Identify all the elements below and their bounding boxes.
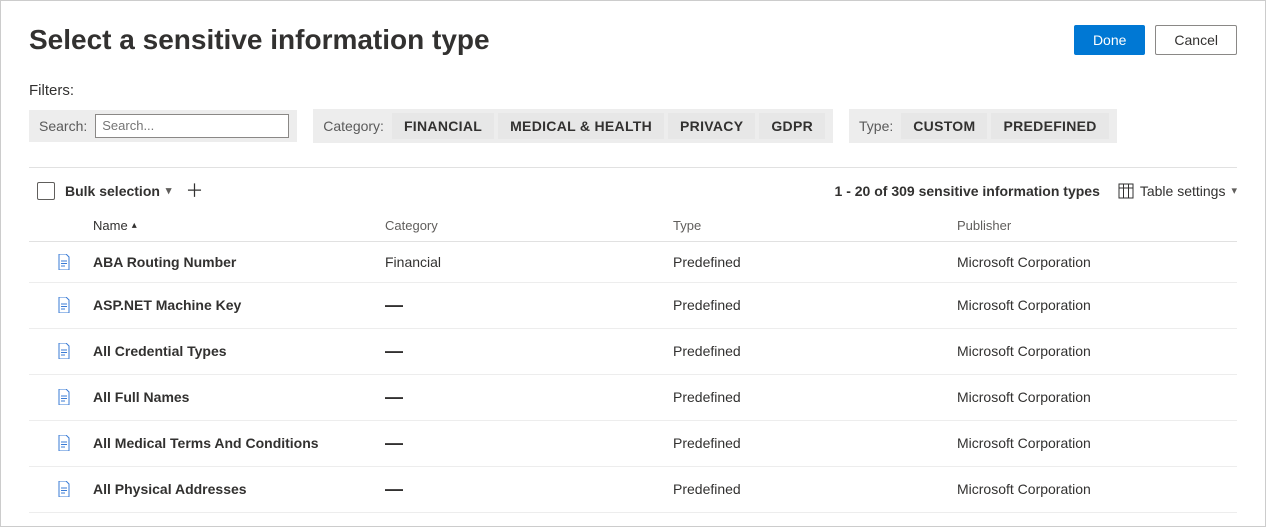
filters-row: Search: Category: FINANCIAL MEDICAL & HE… <box>29 109 1237 143</box>
bulk-selection-dropdown[interactable]: Bulk selection ▾ <box>65 183 171 199</box>
category-pill-medical[interactable]: MEDICAL & HEALTH <box>498 113 664 139</box>
table-settings-label: Table settings <box>1140 183 1226 199</box>
toolbar-left: Bulk selection ▾ ＋ <box>37 182 207 200</box>
cell-category: — <box>385 341 673 362</box>
document-icon <box>57 389 71 405</box>
category-pill-privacy[interactable]: PRIVACY <box>668 113 755 139</box>
cell-type: Predefined <box>673 254 957 270</box>
type-pill-custom[interactable]: CUSTOM <box>901 113 987 139</box>
row-icon <box>29 389 93 405</box>
row-icon <box>29 343 93 359</box>
search-input[interactable] <box>95 114 289 138</box>
table-row[interactable]: All Medical Terms And Conditions — Prede… <box>29 421 1237 467</box>
cell-publisher: Microsoft Corporation <box>957 297 1237 313</box>
toolbar-right: 1 - 20 of 309 sensitive information type… <box>835 183 1237 199</box>
sort-ascending-icon: ▴ <box>132 220 137 231</box>
cell-type: Predefined <box>673 343 957 359</box>
table-row[interactable]: ASP.NET Machine Key — Predefined Microso… <box>29 283 1237 329</box>
cell-name: ASP.NET Machine Key <box>93 297 385 313</box>
type-pills: CUSTOM PREDEFINED <box>901 113 1108 139</box>
table-settings-button[interactable]: Table settings ▾ <box>1118 183 1237 199</box>
bulk-selection-label: Bulk selection <box>65 183 160 199</box>
table-header-row: Name ▴ Category Type Publisher <box>29 210 1237 242</box>
table-row[interactable]: All Credential Types — Predefined Micros… <box>29 329 1237 375</box>
category-pills: FINANCIAL MEDICAL & HEALTH PRIVACY GDPR <box>392 113 825 139</box>
type-pill-predefined[interactable]: PREDEFINED <box>991 113 1108 139</box>
cell-type: Predefined <box>673 297 957 313</box>
cell-publisher: Microsoft Corporation <box>957 254 1237 270</box>
category-pill-financial[interactable]: FINANCIAL <box>392 113 494 139</box>
cell-category: — <box>385 433 673 454</box>
document-icon <box>57 297 71 313</box>
column-header-name[interactable]: Name ▴ <box>93 218 385 233</box>
cell-name: All Medical Terms And Conditions <box>93 435 385 451</box>
plus-icon: ＋ <box>185 181 203 201</box>
cell-publisher: Microsoft Corporation <box>957 343 1237 359</box>
category-pill-gdpr[interactable]: GDPR <box>759 113 825 139</box>
filter-search-group: Search: <box>29 110 297 142</box>
column-header-publisher[interactable]: Publisher <box>957 218 1237 233</box>
row-icon <box>29 297 93 313</box>
cell-category: — <box>385 387 673 408</box>
done-button[interactable]: Done <box>1074 25 1145 55</box>
chevron-down-icon: ▾ <box>1231 184 1237 197</box>
column-header-category[interactable]: Category <box>385 218 673 233</box>
bulk-select-checkbox[interactable] <box>37 182 55 200</box>
dialog-window: Select a sensitive information type Done… <box>0 0 1266 527</box>
table-settings-icon <box>1118 183 1134 199</box>
header: Select a sensitive information type Done… <box>29 25 1237 56</box>
row-icon <box>29 435 93 451</box>
chevron-down-icon: ▾ <box>166 184 172 197</box>
cell-name: ABA Routing Number <box>93 254 385 270</box>
add-button[interactable]: ＋ <box>181 182 207 200</box>
column-header-type[interactable]: Type <box>673 218 957 233</box>
document-icon <box>57 254 71 270</box>
cell-name: All Credential Types <box>93 343 385 359</box>
type-label: Type: <box>859 118 895 134</box>
table-row[interactable]: All Full Names — Predefined Microsoft Co… <box>29 375 1237 421</box>
cancel-button[interactable]: Cancel <box>1155 25 1237 55</box>
pagination-text: 1 - 20 of 309 sensitive information type… <box>835 183 1100 199</box>
filters-label: Filters: <box>29 82 1237 99</box>
document-icon <box>57 435 71 451</box>
cell-name: All Full Names <box>93 389 385 405</box>
table-row[interactable]: All Physical Addresses — Predefined Micr… <box>29 467 1237 513</box>
sit-table: Name ▴ Category Type Publisher ABA Routi… <box>29 210 1237 513</box>
row-icon <box>29 254 93 270</box>
category-label: Category: <box>323 118 386 134</box>
search-label: Search: <box>39 118 89 134</box>
cell-category: — <box>385 295 673 316</box>
table-row[interactable]: ABA Routing Number Financial Predefined … <box>29 242 1237 283</box>
cell-type: Predefined <box>673 389 957 405</box>
page-title: Select a sensitive information type <box>29 25 490 56</box>
filter-category-group: Category: FINANCIAL MEDICAL & HEALTH PRI… <box>313 109 833 143</box>
cell-publisher: Microsoft Corporation <box>957 481 1237 497</box>
cell-publisher: Microsoft Corporation <box>957 435 1237 451</box>
cell-type: Predefined <box>673 435 957 451</box>
filter-type-group: Type: CUSTOM PREDEFINED <box>849 109 1117 143</box>
cell-category: Financial <box>385 254 673 270</box>
header-buttons: Done Cancel <box>1074 25 1237 55</box>
document-icon <box>57 481 71 497</box>
document-icon <box>57 343 71 359</box>
toolbar: Bulk selection ▾ ＋ 1 - 20 of 309 sensiti… <box>29 168 1237 210</box>
cell-publisher: Microsoft Corporation <box>957 389 1237 405</box>
row-icon <box>29 481 93 497</box>
cell-name: All Physical Addresses <box>93 481 385 497</box>
cell-type: Predefined <box>673 481 957 497</box>
cell-category: — <box>385 479 673 500</box>
